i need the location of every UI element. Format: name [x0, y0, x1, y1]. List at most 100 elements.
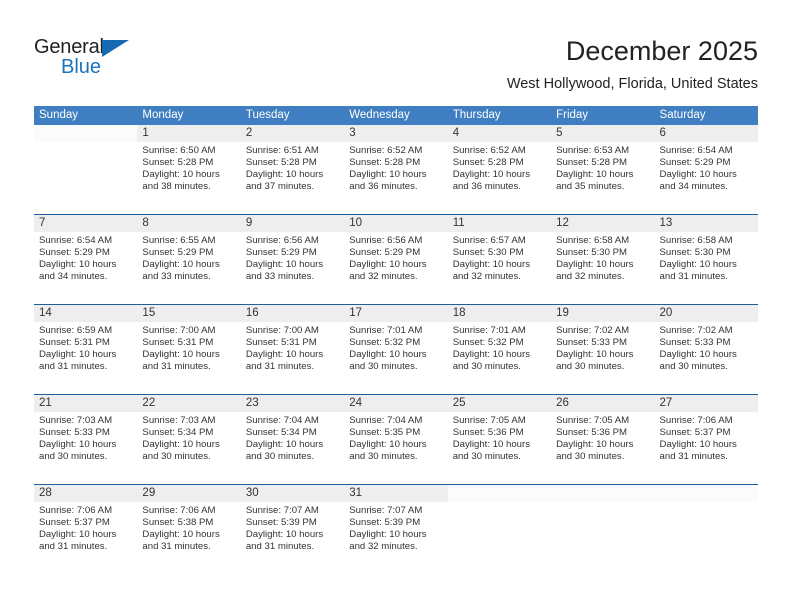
day-cell[interactable]: Sunrise: 7:04 AM Sunset: 5:35 PM Daylight:…	[344, 412, 447, 484]
day-number[interactable]: 21	[34, 395, 137, 412]
day-cell[interactable]: Sunrise: 7:05 AM Sunset: 5:36 PM Daylight:…	[448, 412, 551, 484]
day-number[interactable]: 27	[655, 395, 758, 412]
daylight-text-line2: and 30 minutes.	[452, 361, 521, 373]
day-cell[interactable]: Sunrise: 7:05 AM Sunset: 5:36 PM Daylight:…	[551, 412, 654, 484]
day-cell[interactable]: Sunrise: 7:01 AM Sunset: 5:32 PM Daylight:…	[344, 322, 447, 394]
day-cell[interactable]: Sunrise: 6:55 AM Sunset: 5:29 PM Daylight:…	[137, 232, 240, 304]
day-number[interactable]: 31	[344, 485, 447, 502]
day-number[interactable]: 23	[241, 395, 344, 412]
day-number[interactable]: 9	[241, 215, 344, 232]
day-number[interactable]: 22	[137, 395, 240, 412]
daylight-text-line2: and 30 minutes.	[452, 451, 521, 463]
sunset-text: Sunset: 5:37 PM	[659, 427, 731, 439]
week-day-details: Sunrise: 7:03 AM Sunset: 5:33 PM Daylight:…	[34, 412, 758, 484]
day-cell[interactable]: Sunrise: 7:04 AM Sunset: 5:34 PM Daylight:…	[241, 412, 344, 484]
day-cell[interactable]: Sunrise: 7:07 AM Sunset: 5:39 PM Daylight:…	[344, 502, 447, 574]
day-number[interactable]: 4	[448, 125, 551, 142]
day-cell[interactable]: Sunrise: 6:57 AM Sunset: 5:30 PM Daylight:…	[448, 232, 551, 304]
sunset-text: Sunset: 5:28 PM	[452, 157, 524, 169]
page-title: December 2025	[565, 36, 758, 66]
day-cell[interactable]: Sunrise: 7:03 AM Sunset: 5:34 PM Daylight:…	[137, 412, 240, 484]
day-cell[interactable]: Sunrise: 6:53 AM Sunset: 5:28 PM Daylight:…	[551, 142, 654, 214]
day-number[interactable]: 28	[34, 485, 137, 502]
day-cell[interactable]: Sunrise: 6:54 AM Sunset: 5:29 PM Daylight:…	[34, 232, 137, 304]
sunset-text: Sunset: 5:29 PM	[142, 247, 214, 259]
day-number[interactable]: 3	[344, 125, 447, 142]
sunrise-text: Sunrise: 6:58 AM	[659, 235, 733, 246]
day-number[interactable]: 16	[241, 305, 344, 322]
day-cell[interactable]: Sunrise: 6:54 AM Sunset: 5:29 PM Daylight:…	[655, 142, 758, 214]
day-number[interactable]: 12	[551, 215, 654, 232]
weekday-header-sunday: Sunday	[39, 109, 79, 121]
sunrise-text: Sunrise: 6:54 AM	[659, 145, 733, 156]
day-cell[interactable]: Sunrise: 7:03 AM Sunset: 5:33 PM Daylight:…	[34, 412, 137, 484]
day-cell[interactable]: Sunrise: 6:58 AM Sunset: 5:30 PM Daylight:…	[551, 232, 654, 304]
day-number[interactable]: 6	[655, 125, 758, 142]
daylight-text-line1: Daylight: 10 hours	[142, 259, 220, 271]
day-number[interactable]: 30	[241, 485, 344, 502]
sunset-text: Sunset: 5:34 PM	[245, 427, 317, 439]
daylight-text-line1: Daylight: 10 hours	[39, 529, 117, 541]
day-cell[interactable]: Sunrise: 7:07 AM Sunset: 5:39 PM Daylight:…	[241, 502, 344, 574]
day-number-empty	[447, 485, 552, 502]
sunrise-text: Sunrise: 7:03 AM	[142, 415, 216, 426]
daylight-text-line1: Daylight: 10 hours	[556, 259, 634, 271]
day-cell[interactable]: Sunrise: 6:56 AM Sunset: 5:29 PM Daylight:…	[344, 232, 447, 304]
daylight-text-line1: Daylight: 10 hours	[245, 349, 324, 361]
sunrise-text: Sunrise: 6:57 AM	[452, 235, 526, 246]
day-number[interactable]: 11	[448, 215, 551, 232]
calendar-week-row: 1 2 3 4 5 6 Sunrise: 6:50 AM Sunset: 5:28 PM Day…	[34, 125, 758, 214]
day-cell-empty	[34, 142, 137, 214]
day-cell[interactable]: Sunrise: 6:51 AM Sunset: 5:28 PM Daylight:…	[241, 142, 344, 214]
sunset-text: Sunset: 5:30 PM	[556, 247, 628, 259]
day-number[interactable]: 24	[344, 395, 447, 412]
day-cell[interactable]: Sunrise: 6:59 AM Sunset: 5:31 PM Daylight:…	[34, 322, 137, 394]
day-cell[interactable]: Sunrise: 7:00 AM Sunset: 5:31 PM Daylight:…	[137, 322, 240, 394]
day-number[interactable]: 15	[137, 305, 240, 322]
sunrise-text: Sunrise: 7:00 AM	[245, 325, 319, 336]
day-cell[interactable]: Sunrise: 6:52 AM Sunset: 5:28 PM Daylight:…	[344, 142, 447, 214]
day-number[interactable]: 13	[655, 215, 758, 232]
sunset-text: Sunset: 5:31 PM	[245, 337, 317, 349]
day-cell[interactable]: Sunrise: 6:58 AM Sunset: 5:30 PM Daylight:…	[655, 232, 758, 304]
day-number[interactable]: 19	[551, 305, 654, 322]
day-number[interactable]: 1	[137, 125, 240, 142]
day-cell[interactable]: Sunrise: 7:06 AM Sunset: 5:38 PM Daylight:…	[137, 502, 240, 574]
daylight-text-line1: Daylight: 10 hours	[245, 439, 324, 451]
day-number[interactable]: 7	[34, 215, 137, 232]
day-number[interactable]: 2	[241, 125, 344, 142]
daylight-text-line2: and 36 minutes.	[452, 181, 521, 193]
weekday-header-tuesday: Tuesday	[245, 109, 290, 121]
sunrise-text: Sunrise: 7:07 AM	[245, 505, 319, 516]
day-number[interactable]: 25	[448, 395, 551, 412]
day-number[interactable]: 5	[551, 125, 654, 142]
day-cell[interactable]: Sunrise: 7:02 AM Sunset: 5:33 PM Daylight:…	[551, 322, 654, 394]
day-cell[interactable]: Sunrise: 7:02 AM Sunset: 5:33 PM Daylight:…	[655, 322, 758, 394]
day-cell[interactable]: Sunrise: 7:06 AM Sunset: 5:37 PM Daylight:…	[34, 502, 137, 574]
day-cell[interactable]: Sunrise: 6:52 AM Sunset: 5:28 PM Daylight:…	[448, 142, 551, 214]
sunrise-text: Sunrise: 7:05 AM	[452, 415, 526, 426]
day-cell[interactable]: Sunrise: 7:00 AM Sunset: 5:31 PM Daylight:…	[241, 322, 344, 394]
sunset-text: Sunset: 5:39 PM	[349, 517, 421, 529]
daylight-text-line1: Daylight: 10 hours	[659, 259, 737, 271]
day-number[interactable]: 20	[655, 305, 758, 322]
day-cell[interactable]: Sunrise: 7:01 AM Sunset: 5:32 PM Daylight:…	[448, 322, 551, 394]
sunrise-text: Sunrise: 6:53 AM	[556, 145, 630, 156]
day-number[interactable]: 26	[551, 395, 654, 412]
sunset-text: Sunset: 5:30 PM	[452, 247, 524, 259]
daylight-text-line2: and 34 minutes.	[659, 181, 728, 193]
day-cell[interactable]: Sunrise: 6:50 AM Sunset: 5:28 PM Daylight:…	[137, 142, 240, 214]
day-number[interactable]: 8	[137, 215, 240, 232]
daylight-text-line2: and 33 minutes.	[142, 271, 211, 283]
daylight-text-line2: and 31 minutes.	[142, 361, 211, 373]
daylight-text-line2: and 30 minutes.	[349, 451, 418, 463]
day-cell[interactable]: Sunrise: 7:06 AM Sunset: 5:37 PM Daylight:…	[655, 412, 758, 484]
day-cell[interactable]: Sunrise: 6:56 AM Sunset: 5:29 PM Daylight:…	[241, 232, 344, 304]
day-number[interactable]: 17	[344, 305, 447, 322]
day-number[interactable]: 29	[137, 485, 240, 502]
daylight-text-line1: Daylight: 10 hours	[659, 169, 737, 181]
day-number[interactable]: 18	[448, 305, 551, 322]
daylight-text-line1: Daylight: 10 hours	[245, 169, 324, 181]
day-number[interactable]: 10	[344, 215, 447, 232]
day-number[interactable]: 14	[34, 305, 137, 322]
